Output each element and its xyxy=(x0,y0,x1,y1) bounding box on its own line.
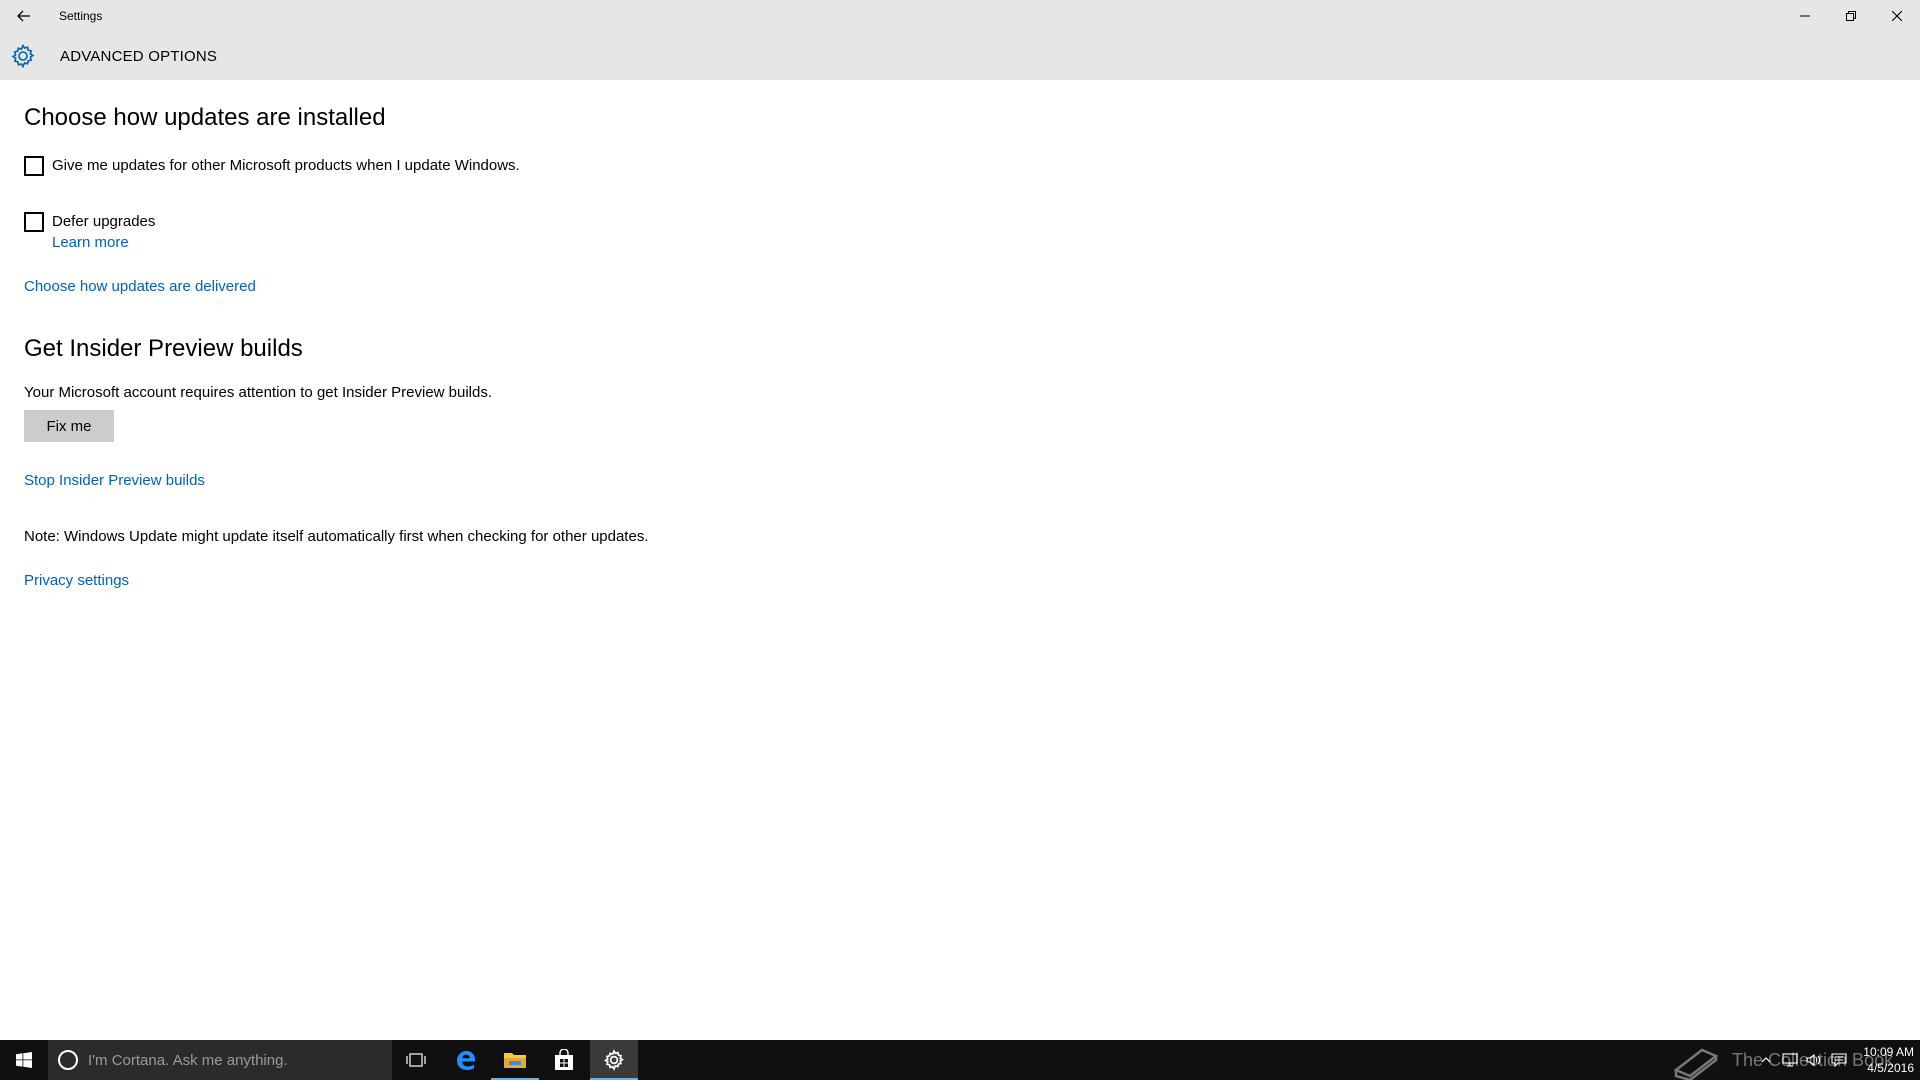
network-icon xyxy=(1782,1053,1798,1067)
clock-time: 10:09 AM xyxy=(1863,1045,1914,1059)
other-products-label: Give me updates for other Microsoft prod… xyxy=(52,157,520,174)
file-explorer-button[interactable] xyxy=(491,1040,539,1080)
insider-message: Your Microsoft account requires attentio… xyxy=(24,384,493,401)
privacy-settings-link[interactable]: Privacy settings xyxy=(24,572,129,589)
page-header: ADVANCED OPTIONS xyxy=(0,32,1920,80)
cortana-search-box[interactable]: I'm Cortana. Ask me anything. xyxy=(48,1040,392,1080)
volume-icon xyxy=(1806,1053,1821,1067)
minimize-button[interactable] xyxy=(1782,0,1828,32)
action-center-button[interactable] xyxy=(1826,1040,1852,1080)
edge-icon xyxy=(457,1051,475,1070)
settings-icon xyxy=(603,1049,624,1071)
task-view-button[interactable] xyxy=(392,1040,440,1080)
close-icon xyxy=(1892,11,1902,21)
close-button[interactable] xyxy=(1874,0,1920,32)
defer-upgrades-label: Defer upgrades xyxy=(52,213,156,230)
chevron-up-icon xyxy=(1761,1057,1771,1063)
windows-logo-icon xyxy=(16,1052,32,1068)
minimize-icon xyxy=(1800,15,1810,17)
defer-upgrades-checkbox[interactable] xyxy=(24,212,44,232)
file-explorer-icon xyxy=(504,1053,526,1068)
clock-date: 4/5/2016 xyxy=(1867,1061,1914,1075)
settings-button[interactable] xyxy=(590,1040,638,1080)
task-view-icon xyxy=(406,1053,426,1067)
learn-more-link[interactable]: Learn more xyxy=(52,234,129,251)
stop-insider-link[interactable]: Stop Insider Preview builds xyxy=(24,472,205,489)
back-button[interactable] xyxy=(8,0,40,32)
notifications-icon xyxy=(1831,1053,1847,1067)
restore-button[interactable] xyxy=(1828,0,1874,32)
edge-button[interactable] xyxy=(442,1040,490,1080)
fix-me-button[interactable]: Fix me xyxy=(24,410,114,442)
update-note: Note: Windows Update might update itself… xyxy=(24,528,649,545)
title-bar: Settings xyxy=(0,0,1920,32)
window-title: Settings xyxy=(59,9,103,23)
back-arrow-icon xyxy=(17,10,30,22)
cortana-icon xyxy=(58,1050,78,1070)
install-section-heading: Choose how updates are installed xyxy=(24,104,386,131)
other-products-checkbox[interactable] xyxy=(24,156,44,176)
book-logo-icon xyxy=(1673,1048,1719,1080)
show-hidden-icons-button[interactable] xyxy=(1756,1040,1776,1080)
start-button[interactable] xyxy=(0,1040,48,1080)
updates-delivered-link[interactable]: Choose how updates are delivered xyxy=(24,278,256,295)
restore-icon xyxy=(1846,11,1856,21)
volume-tray-button[interactable] xyxy=(1802,1040,1826,1080)
other-products-option[interactable]: Give me updates for other Microsoft prod… xyxy=(24,156,520,176)
gear-icon xyxy=(11,43,35,69)
store-button[interactable] xyxy=(540,1040,588,1080)
defer-upgrades-option[interactable]: Defer upgrades xyxy=(24,212,155,232)
taskbar: I'm Cortana. Ask me anything. The Collec… xyxy=(0,1040,1920,1080)
page-title: ADVANCED OPTIONS xyxy=(60,48,218,65)
store-icon xyxy=(555,1049,573,1070)
insider-section-heading: Get Insider Preview builds xyxy=(24,335,303,362)
search-placeholder: I'm Cortana. Ask me anything. xyxy=(88,1052,288,1069)
network-tray-button[interactable] xyxy=(1778,1040,1802,1080)
clock[interactable]: 10:09 AM 4/5/2016 xyxy=(1852,1044,1914,1076)
